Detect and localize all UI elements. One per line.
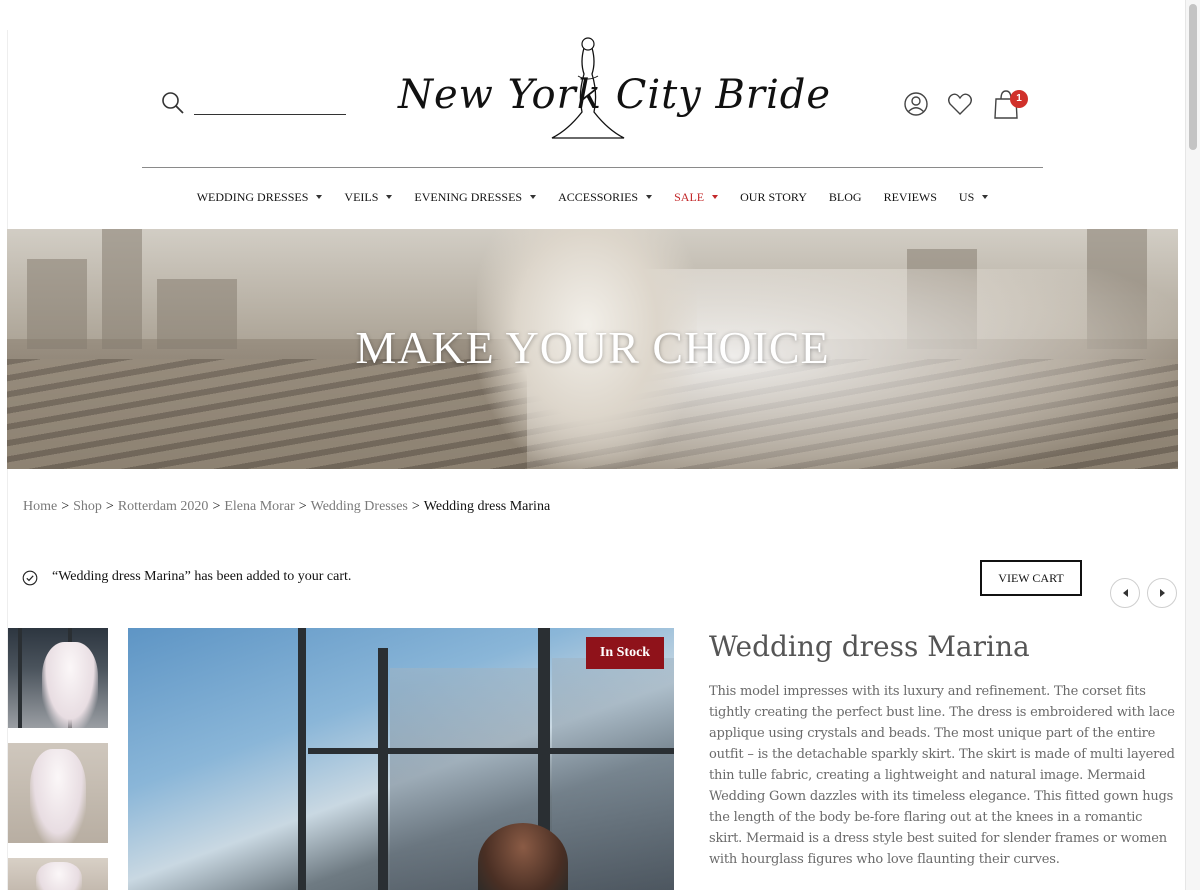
thumbnail-dress xyxy=(36,862,82,890)
breadcrumb-current: Wedding dress Marina xyxy=(423,499,551,514)
nav-label: BLOG xyxy=(828,189,862,204)
arrow-right-icon xyxy=(1159,589,1165,597)
hero-title: MAKE YOUR CHOICE xyxy=(355,322,830,373)
nav-item-reviews[interactable]: REVIEWS xyxy=(873,186,948,208)
search-icon[interactable] xyxy=(160,90,186,116)
breadcrumb-separator: > xyxy=(105,499,114,514)
logo-text: New York City Bride xyxy=(398,72,832,118)
nav-item-wedding-dresses[interactable]: WEDDING DRESSES xyxy=(186,186,334,208)
thumbnail-window-frame xyxy=(18,628,22,728)
breadcrumb-collection[interactable]: Rotterdam 2020 xyxy=(118,499,209,514)
caret-down-icon xyxy=(530,195,537,199)
caret-down-icon xyxy=(316,195,323,199)
caret-down-icon xyxy=(982,195,989,199)
nav-label: OUR STORY xyxy=(740,189,807,204)
nav-label: VEILS xyxy=(344,189,379,204)
heart-icon[interactable] xyxy=(946,90,974,118)
product-description: This model impresses with its luxury and… xyxy=(709,684,1175,867)
nav-label: WEDDING DRESSES xyxy=(196,189,309,204)
arrow-left-icon xyxy=(1122,589,1128,597)
breadcrumb-category[interactable]: Wedding Dresses xyxy=(311,499,408,514)
product-thumbnail[interactable] xyxy=(8,743,108,843)
hero-banner: MAKE YOUR CHOICE xyxy=(7,229,1178,469)
nav-item-us[interactable]: US xyxy=(948,186,999,208)
nav-label: ACCESSORIES xyxy=(558,189,639,204)
scrollbar-thumb[interactable] xyxy=(1189,4,1197,150)
product-title: Wedding dress Marina xyxy=(709,630,1030,663)
nav-label: EVENING DRESSES xyxy=(414,189,523,204)
caret-down-icon xyxy=(646,195,653,199)
breadcrumb-designer[interactable]: Elena Morar xyxy=(224,499,294,514)
window-frame xyxy=(378,648,388,890)
user-icon[interactable] xyxy=(902,90,930,118)
thumbnail-dress xyxy=(42,642,98,728)
header-divider xyxy=(142,167,1043,168)
next-product-button[interactable] xyxy=(1147,578,1177,608)
window-frame xyxy=(298,628,306,890)
logo[interactable]: New York City Bride xyxy=(398,34,830,142)
product-thumbnail[interactable] xyxy=(8,858,108,890)
cart-count-badge: 1 xyxy=(1010,90,1028,108)
caret-down-icon xyxy=(386,195,393,199)
breadcrumb-shop[interactable]: Shop xyxy=(73,499,102,514)
nav-item-veils[interactable]: VEILS xyxy=(333,186,403,208)
nav-item-sale[interactable]: SALE xyxy=(663,186,729,208)
in-stock-badge: In Stock xyxy=(586,637,664,669)
search-input[interactable] xyxy=(194,90,346,115)
breadcrumb-separator: > xyxy=(298,499,307,514)
view-cart-button[interactable]: VIEW CART xyxy=(980,560,1082,596)
product-thumbnail[interactable] xyxy=(8,628,108,728)
breadcrumb-home[interactable]: Home xyxy=(23,499,57,514)
check-circle-icon xyxy=(22,570,38,586)
nav-label: SALE xyxy=(674,189,705,204)
thumbnail-dress xyxy=(30,749,86,843)
breadcrumb: Home > Shop > Rotterdam 2020 > Elena Morar > Wed… xyxy=(23,499,550,515)
page-scrollbar[interactable] xyxy=(1185,0,1200,890)
breadcrumb-separator: > xyxy=(61,499,70,514)
breadcrumb-separator: > xyxy=(411,499,420,514)
window-glass xyxy=(552,658,674,890)
window-frame xyxy=(308,748,674,754)
search-area xyxy=(160,90,346,118)
nav-item-accessories[interactable]: ACCESSORIES xyxy=(547,186,663,208)
nav-item-our-story[interactable]: OUR STORY xyxy=(729,186,818,208)
previous-product-button[interactable] xyxy=(1110,578,1140,608)
cart-notice-message: “Wedding dress Marina” has been added to… xyxy=(52,569,352,584)
breadcrumb-separator: > xyxy=(212,499,221,514)
nav-label: REVIEWS xyxy=(883,189,937,204)
caret-down-icon xyxy=(712,195,719,199)
nav-item-evening-dresses[interactable]: EVENING DRESSES xyxy=(403,186,547,208)
nav-item-blog[interactable]: BLOG xyxy=(818,186,873,208)
main-navigation: WEDDING DRESSES VEILS EVENING DRESSES AC… xyxy=(0,186,1185,208)
nav-label: US xyxy=(958,189,975,204)
